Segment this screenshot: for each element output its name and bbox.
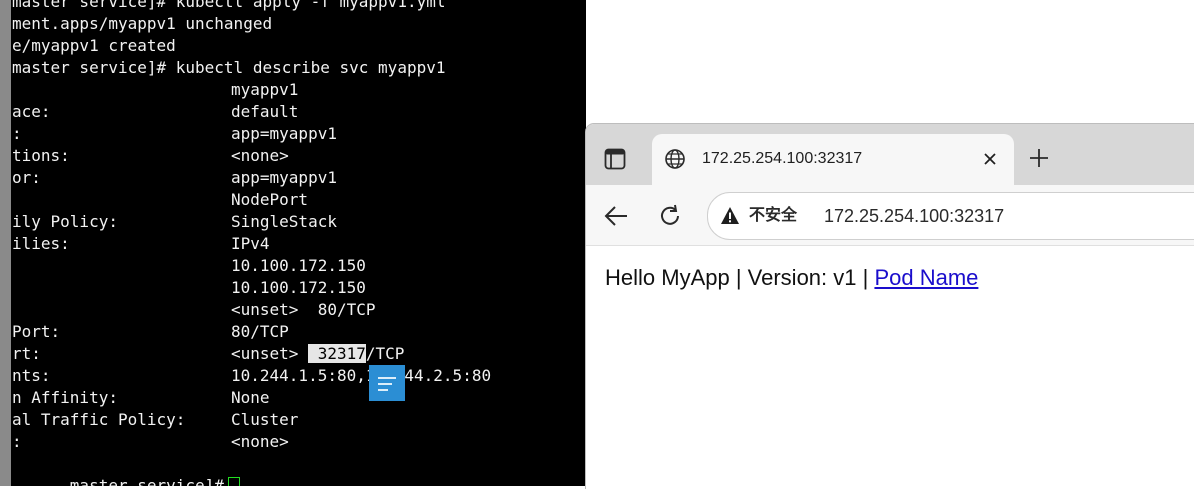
terminal-line-key: ily Policy: bbox=[12, 212, 118, 231]
terminal-line-value: 10.244.1.5:80,10.244.2.5:80 bbox=[231, 366, 492, 385]
terminal-line-value: 80/TCP bbox=[231, 322, 289, 341]
terminal-line-value: SingleStack bbox=[231, 212, 337, 231]
terminal-line-value: default bbox=[231, 102, 299, 121]
terminal-line-value: myappv1 bbox=[231, 80, 299, 99]
terminal-line-value: 10.100.172.150 bbox=[231, 256, 366, 275]
terminal-line-key: n Affinity: bbox=[12, 388, 118, 407]
terminal-line-key: Port: bbox=[12, 322, 61, 341]
terminal-line-value: 10.100.172.150 bbox=[231, 278, 366, 297]
tab-strip: 172.25.254.100:32317 bbox=[586, 124, 1194, 186]
pod-name-link[interactable]: Pod Name bbox=[874, 265, 978, 290]
terminal-prompt: master service]# bbox=[69, 476, 224, 486]
terminal-line-key: ilies: bbox=[12, 234, 70, 253]
terminal-line-key: e/myappv1 created bbox=[12, 36, 176, 55]
terminal-line-value: NodePort bbox=[231, 190, 309, 209]
terminal-edge bbox=[0, 0, 11, 486]
note-icon[interactable] bbox=[369, 365, 405, 401]
nodeport-selection[interactable]: 32317 bbox=[308, 344, 366, 363]
terminal-line-value: app=myappv1 bbox=[231, 124, 337, 143]
reload-icon[interactable] bbox=[656, 202, 684, 230]
terminal-line-key: ment.apps/myappv1 unchanged bbox=[12, 14, 273, 33]
terminal-line-value: <unset> 80/TCP bbox=[231, 300, 376, 319]
terminal-window[interactable]: master service]# kubectl apply -f myappv… bbox=[0, 0, 586, 486]
terminal-line-value: <none> bbox=[231, 432, 289, 451]
nodeport-suffix: /TCP bbox=[365, 344, 405, 363]
url-text[interactable]: 172.25.254.100:32317 bbox=[824, 206, 1004, 226]
terminal-line-value: None bbox=[231, 388, 270, 407]
warning-icon[interactable] bbox=[720, 206, 740, 226]
terminal-line-value: IPv4 bbox=[231, 234, 270, 253]
terminal-line-key: : bbox=[12, 432, 22, 451]
terminal-line-key: al Traffic Policy: bbox=[12, 410, 186, 429]
plus-icon[interactable] bbox=[1026, 145, 1052, 171]
terminal-cursor bbox=[227, 476, 240, 486]
browser-toolbar: 不安全 172.25.254.100:32317 bbox=[586, 185, 1194, 246]
terminal-line-key: master service]# kubectl apply -f myappv… bbox=[12, 0, 446, 11]
terminal-line-key: ace: bbox=[12, 102, 51, 121]
terminal-line-key: rt: bbox=[12, 344, 41, 363]
terminal-line-value: Cluster bbox=[231, 410, 299, 429]
page-text: Hello MyApp | Version: v1 | bbox=[605, 265, 875, 290]
tab-actions-icon[interactable] bbox=[600, 146, 630, 172]
browser-window: 172.25.254.100:32317 不安全 172.25.254.100:… bbox=[585, 123, 1194, 489]
page-body-text: Hello MyApp | Version: v1 | Pod Name bbox=[605, 264, 978, 292]
terminal-line-key: tions: bbox=[12, 146, 70, 165]
terminal-line-value: app=myappv1 bbox=[231, 168, 337, 187]
tab-active[interactable]: 172.25.254.100:32317 bbox=[652, 134, 1014, 186]
screen: master service]# kubectl apply -f myappv… bbox=[0, 0, 1194, 489]
terminal-line-key: master service]# kubectl describe svc my… bbox=[12, 58, 446, 77]
terminal-prompt-line[interactable]: master service]# bbox=[12, 453, 240, 486]
terminal-line-key: : bbox=[12, 124, 22, 143]
terminal-line-value: <unset> 32317/TCP bbox=[231, 343, 404, 365]
globe-icon bbox=[664, 148, 686, 170]
address-bar[interactable]: 不安全 172.25.254.100:32317 bbox=[707, 192, 1194, 240]
page-content: Hello MyApp | Version: v1 | Pod Name bbox=[586, 246, 1194, 489]
nodeport-prefix: <unset> bbox=[231, 344, 309, 363]
terminal-line-key: nts: bbox=[12, 366, 51, 385]
terminal-line-key: or: bbox=[12, 168, 41, 187]
security-status[interactable]: 不安全 bbox=[749, 206, 797, 226]
close-icon[interactable] bbox=[978, 147, 1002, 171]
tab-title: 172.25.254.100:32317 bbox=[702, 150, 863, 167]
arrow-left-icon[interactable] bbox=[602, 203, 630, 229]
terminal-line-value: <none> bbox=[231, 146, 289, 165]
